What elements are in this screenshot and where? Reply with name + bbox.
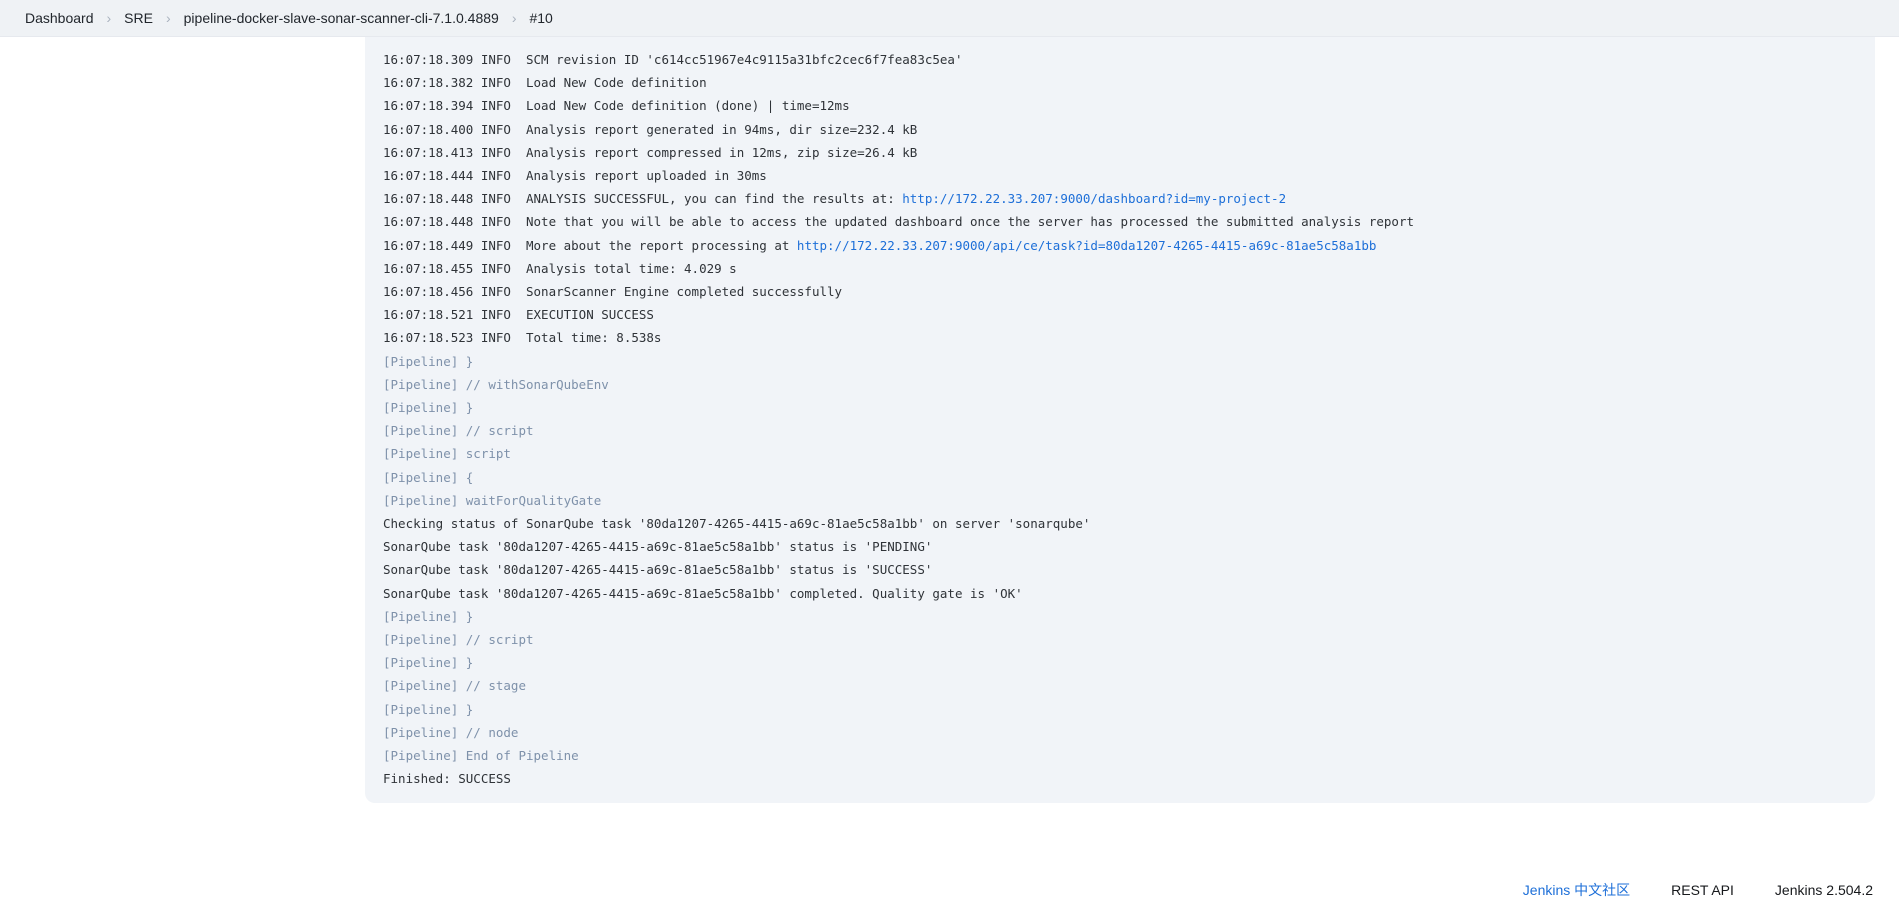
- breadcrumb-separator-icon: ›: [166, 10, 171, 26]
- log-text: 16:07:18.456 INFO SonarScanner Engine co…: [383, 284, 842, 299]
- log-text: Checking status of SonarQube task '80da1…: [383, 516, 1090, 531]
- pipeline-log-text: [Pipeline] {: [383, 470, 473, 485]
- console-line: 16:07:18.309 INFO SCM revision ID 'c614c…: [383, 48, 1857, 71]
- console-line: SonarQube task '80da1207-4265-4415-a69c-…: [383, 535, 1857, 558]
- pipeline-log-text: [Pipeline] }: [383, 655, 473, 670]
- pipeline-log-text: [Pipeline] // withSonarQubeEnv: [383, 377, 609, 392]
- console-line: SonarQube task '80da1207-4265-4415-a69c-…: [383, 558, 1857, 581]
- console-line: 16:07:18.400 INFO Analysis report genera…: [383, 118, 1857, 141]
- breadcrumb-item-10[interactable]: #10: [529, 10, 552, 26]
- log-text: SonarQube task '80da1207-4265-4415-a69c-…: [383, 586, 1023, 601]
- console-line: 16:07:18.444 INFO Analysis report upload…: [383, 164, 1857, 187]
- pipeline-log-text: [Pipeline] }: [383, 354, 473, 369]
- breadcrumb: Dashboard › SRE › pipeline-docker-slave-sona…: [0, 0, 1899, 37]
- console-line: SonarQube task '80da1207-4265-4415-a69c-…: [383, 582, 1857, 605]
- console-line: [Pipeline] }: [383, 350, 1857, 373]
- log-text: 16:07:18.448 INFO Note that you will be …: [383, 214, 1414, 229]
- console-line: [Pipeline] // node: [383, 721, 1857, 744]
- console-line: [Pipeline] // script: [383, 628, 1857, 651]
- pipeline-log-text: [Pipeline] // stage: [383, 678, 526, 693]
- console-line: [Pipeline] }: [383, 698, 1857, 721]
- footer: Jenkins 中文社区 REST API Jenkins 2.504.2: [1523, 880, 1873, 900]
- console-line: 16:07:18.382 INFO Load New Code definiti…: [383, 71, 1857, 94]
- console-line: [Pipeline] {: [383, 466, 1857, 489]
- console-line: [Pipeline] }: [383, 651, 1857, 674]
- console-line: 16:07:18.521 INFO EXECUTION SUCCESS: [383, 303, 1857, 326]
- log-text: SonarQube task '80da1207-4265-4415-a69c-…: [383, 539, 932, 554]
- log-text: 16:07:18.448 INFO ANALYSIS SUCCESSFUL, y…: [383, 191, 902, 206]
- pipeline-log-text: [Pipeline] }: [383, 702, 473, 717]
- pipeline-log-text: [Pipeline] // script: [383, 423, 534, 438]
- pipeline-log-text: [Pipeline] End of Pipeline: [383, 748, 579, 763]
- log-text: 16:07:18.449 INFO More about the report …: [383, 238, 797, 253]
- console-line: Finished: SUCCESS: [383, 767, 1857, 790]
- log-text: 16:07:18.455 INFO Analysis total time: 4…: [383, 261, 737, 276]
- pipeline-log-text: [Pipeline] // node: [383, 725, 518, 740]
- console-line: 16:07:18.394 INFO Load New Code definiti…: [383, 94, 1857, 117]
- console-line: 16:07:18.456 INFO SonarScanner Engine co…: [383, 280, 1857, 303]
- console-line: 16:07:18.523 INFO Total time: 8.538s: [383, 326, 1857, 349]
- console-line: [Pipeline] End of Pipeline: [383, 744, 1857, 767]
- console-output: 16:07:18.309 INFO SCM revision ID 'c614c…: [365, 37, 1875, 803]
- log-text: 16:07:18.400 INFO Analysis report genera…: [383, 122, 917, 137]
- breadcrumb-item-sre[interactable]: SRE: [124, 10, 153, 26]
- log-text: 16:07:18.521 INFO EXECUTION SUCCESS: [383, 307, 654, 322]
- page: { "breadcrumb": { "separator": "\u203a",…: [0, 0, 1899, 909]
- console-line: 16:07:18.413 INFO Analysis report compre…: [383, 141, 1857, 164]
- log-text: 16:07:18.382 INFO Load New Code definiti…: [383, 75, 707, 90]
- console-link[interactable]: http://172.22.33.207:9000/dashboard?id=m…: [902, 191, 1286, 206]
- pipeline-log-text: [Pipeline] waitForQualityGate: [383, 493, 601, 508]
- breadcrumb-separator-icon: ›: [512, 10, 517, 26]
- pipeline-log-text: [Pipeline] }: [383, 609, 473, 624]
- console-line: [Pipeline] // script: [383, 419, 1857, 442]
- log-text: SonarQube task '80da1207-4265-4415-a69c-…: [383, 562, 932, 577]
- console-line: Checking status of SonarQube task '80da1…: [383, 512, 1857, 535]
- log-text: 16:07:18.413 INFO Analysis report compre…: [383, 145, 917, 160]
- console-line: [Pipeline] }: [383, 605, 1857, 628]
- log-text: Finished: SUCCESS: [383, 771, 511, 786]
- console-line: [Pipeline] // stage: [383, 674, 1857, 697]
- breadcrumb-separator-icon: ›: [107, 10, 112, 26]
- console-line: [Pipeline] script: [383, 442, 1857, 465]
- pipeline-log-text: [Pipeline] }: [383, 400, 473, 415]
- breadcrumb-item-pipeline-docker-slave-sonar-scanner-cli-7-1-0-4889[interactable]: pipeline-docker-slave-sonar-scanner-cli-…: [184, 10, 499, 26]
- console-line: [Pipeline] // withSonarQubeEnv: [383, 373, 1857, 396]
- log-text: 16:07:18.309 INFO SCM revision ID 'c614c…: [383, 52, 962, 67]
- console-link[interactable]: http://172.22.33.207:9000/api/ce/task?id…: [797, 238, 1376, 253]
- console-line: 16:07:18.449 INFO More about the report …: [383, 234, 1857, 257]
- console-line: [Pipeline] }: [383, 396, 1857, 419]
- rest-api-link[interactable]: REST API: [1671, 882, 1734, 898]
- console-line: 16:07:18.448 INFO Note that you will be …: [383, 210, 1857, 233]
- pipeline-log-text: [Pipeline] // script: [383, 632, 534, 647]
- pipeline-log-text: [Pipeline] script: [383, 446, 511, 461]
- log-text: 16:07:18.523 INFO Total time: 8.538s: [383, 330, 661, 345]
- log-text: 16:07:18.394 INFO Load New Code definiti…: [383, 98, 850, 113]
- breadcrumb-item-dashboard[interactable]: Dashboard: [25, 10, 94, 26]
- log-text: 16:07:18.444 INFO Analysis report upload…: [383, 168, 767, 183]
- console-line: 16:07:18.455 INFO Analysis total time: 4…: [383, 257, 1857, 280]
- jenkins-version-label: Jenkins 2.504.2: [1775, 882, 1873, 898]
- console-line: [Pipeline] waitForQualityGate: [383, 489, 1857, 512]
- console-line: 16:07:18.448 INFO ANALYSIS SUCCESSFUL, y…: [383, 187, 1857, 210]
- jenkins-community-link[interactable]: Jenkins 中文社区: [1523, 880, 1630, 900]
